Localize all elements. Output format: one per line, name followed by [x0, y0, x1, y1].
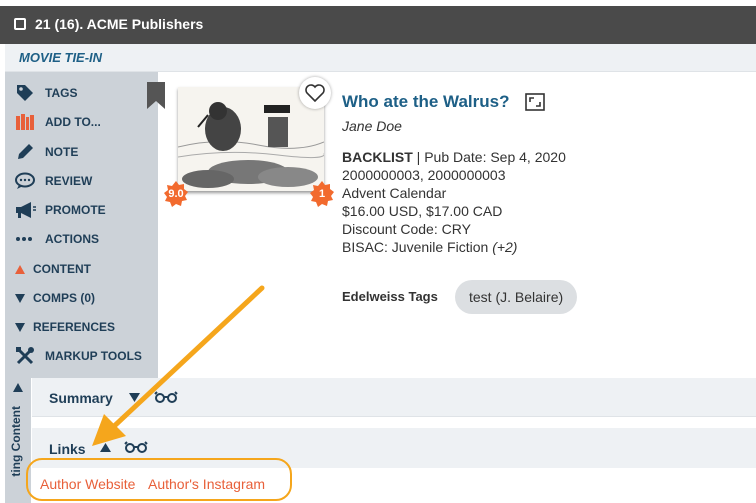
sidebar-item-label: PROMOTE — [45, 203, 106, 217]
sidebar-item-tags[interactable]: TAGS — [15, 82, 77, 104]
pub-date: | Pub Date: Sep 4, 2020 — [412, 149, 566, 165]
sidebar-item-label: NOTE — [45, 145, 79, 159]
links-label: Links — [49, 441, 86, 457]
triangle-up-icon — [100, 443, 111, 452]
highlight-annotation-oval — [26, 458, 292, 501]
books-icon — [15, 113, 39, 131]
tag-pill[interactable]: test (J. Belaire) — [455, 280, 578, 314]
sidebar-item-content[interactable]: CONTENT — [15, 258, 91, 280]
triangle-up-icon — [15, 264, 25, 274]
tag-icon — [15, 83, 39, 103]
sidebar-item-references[interactable]: REFERENCES — [15, 316, 115, 338]
triangle-down-icon — [15, 322, 25, 332]
triangle-up-icon — [13, 383, 23, 392]
category-label: MOVIE TIE-IN — [19, 50, 103, 65]
tools-icon — [15, 346, 39, 366]
favorite-button[interactable] — [299, 77, 331, 109]
status-line: BACKLIST | Pub Date: Sep 4, 2020 — [342, 148, 566, 166]
category-bar: MOVIE TIE-IN — [5, 44, 756, 72]
glasses-icon[interactable] — [124, 441, 148, 453]
sidebar-item-label: MARKUP TOOLS — [45, 349, 142, 363]
triangle-down-icon — [15, 293, 25, 303]
sidebar-item-review[interactable]: REVIEW — [15, 170, 92, 192]
sidebar-item-label: ADD TO... — [45, 115, 101, 129]
bisac-line: BISAC: Juvenile Fiction (+2) — [342, 238, 517, 256]
sidebar-item-label: REFERENCES — [33, 320, 116, 334]
summary-section-header[interactable]: Summary — [32, 378, 756, 417]
sidebar-item-comps[interactable]: COMPS (0) — [15, 287, 95, 309]
record-title: 21 (16). ACME Publishers — [35, 16, 204, 32]
status-label: BACKLIST — [342, 149, 413, 165]
sidebar: TAGS ADD TO... NOTE REVIEW PROMOTE ACTIO… — [5, 72, 158, 378]
bookmark-icon[interactable] — [146, 82, 166, 109]
score-badge-value: 9.0 — [168, 188, 184, 200]
select-checkbox[interactable] — [14, 18, 26, 30]
isbn-list: 2000000003, 2000000003 — [342, 167, 506, 183]
bisac-more[interactable]: (+2) — [492, 239, 517, 255]
price-text: $16.00 USD, $17.00 CAD — [342, 203, 503, 219]
triangle-down-icon — [129, 393, 140, 402]
format-text: Advent Calendar — [342, 185, 447, 201]
megaphone-icon — [15, 201, 39, 219]
sidebar-item-markup-tools[interactable]: MARKUP TOOLS — [15, 345, 142, 367]
expand-icon[interactable] — [525, 93, 545, 111]
summary-label: Summary — [49, 390, 113, 406]
score-badge: 9.0 — [163, 181, 189, 207]
edelweiss-tags-label: Edelweiss Tags — [342, 289, 438, 304]
sidebar-item-label: CONTENT — [33, 262, 91, 276]
bisac-text: BISAC: Juvenile Fiction — [342, 239, 489, 255]
ellipsis-icon — [15, 235, 39, 243]
record-header: 21 (16). ACME Publishers — [0, 0, 756, 44]
glasses-icon[interactable] — [154, 391, 178, 403]
vertical-tab-label: ting Content — [9, 406, 23, 477]
discount-code: Discount Code: CRY — [342, 221, 471, 237]
sidebar-item-label: REVIEW — [45, 174, 93, 188]
book-title-link[interactable]: Who ate the Walrus? — [342, 92, 510, 112]
sidebar-item-label: COMPS (0) — [33, 291, 96, 305]
sidebar-item-label: TAGS — [45, 86, 78, 100]
sidebar-item-add-to[interactable]: ADD TO... — [15, 111, 101, 133]
sidebar-item-label: ACTIONS — [45, 232, 99, 246]
count-badge: 1 — [309, 181, 335, 207]
book-author[interactable]: Jane Doe — [342, 118, 402, 134]
sidebar-item-note[interactable]: NOTE — [15, 141, 78, 163]
heart-icon — [305, 84, 325, 102]
chat-bubble-icon — [15, 172, 39, 190]
sidebar-item-actions[interactable]: ACTIONS — [15, 228, 99, 250]
count-badge-value: 1 — [318, 188, 326, 200]
pencil-icon — [15, 142, 39, 162]
sidebar-item-promote[interactable]: PROMOTE — [15, 199, 106, 221]
